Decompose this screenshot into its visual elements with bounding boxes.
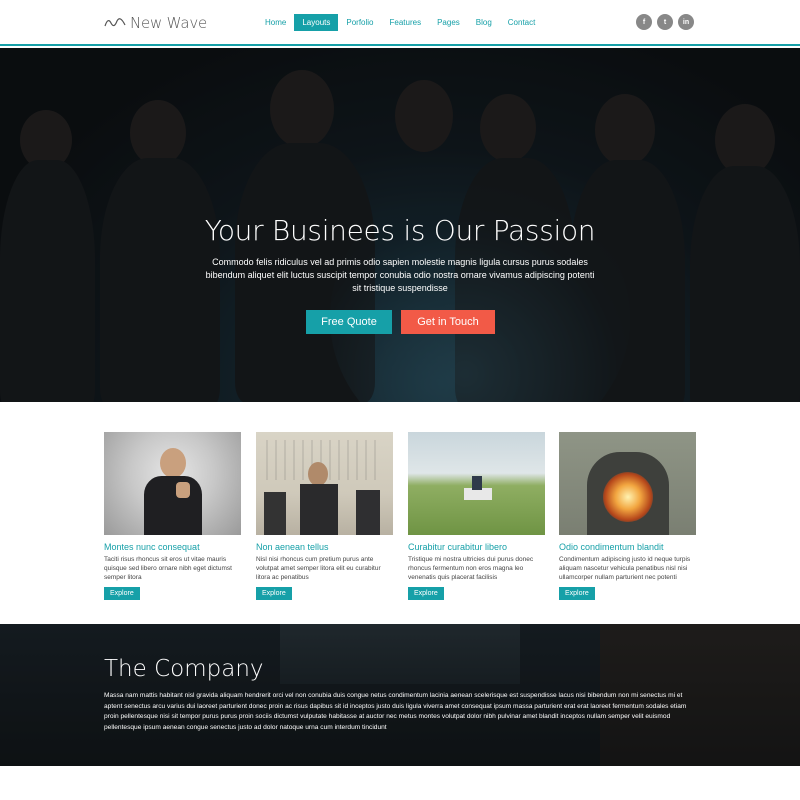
feature-image-team[interactable] xyxy=(256,432,393,535)
explore-button[interactable]: Explore xyxy=(256,587,292,600)
nav-layouts[interactable]: Layouts xyxy=(294,14,339,31)
nav-pages[interactable]: Pages xyxy=(429,14,468,31)
feature-image-field-desk[interactable] xyxy=(408,432,545,535)
feature-title[interactable]: Montes nunc consequat xyxy=(104,542,241,552)
feature-image-glowing-chest[interactable] xyxy=(559,432,696,535)
linkedin-icon[interactable]: in xyxy=(678,14,694,30)
feature-text: Condimentum adipiscing justo id neque tu… xyxy=(559,556,691,581)
site-header: New Wave Home Layouts Porfolio Features … xyxy=(0,0,800,46)
feature-text: Tristique mi nostra ultricies dui purus … xyxy=(408,556,534,581)
company-title: The Company xyxy=(104,656,264,682)
feature-card: Non aenean tellus Nisl nisi rhoncus cum … xyxy=(256,432,393,600)
nav-portfolio[interactable]: Porfolio xyxy=(338,14,381,31)
company-text: Massa nam mattis habitant nisl gravida a… xyxy=(104,692,687,731)
free-quote-button[interactable]: Free Quote xyxy=(306,310,392,334)
social-links: f t in xyxy=(636,14,699,30)
logo[interactable]: New Wave xyxy=(104,12,207,34)
nav-contact[interactable]: Contact xyxy=(500,14,544,31)
nav-home[interactable]: Home xyxy=(257,14,294,31)
twitter-icon[interactable]: t xyxy=(657,14,673,30)
main-nav: Home Layouts Porfolio Features Pages Blo… xyxy=(257,14,543,31)
feature-text: Nisl nisi rhoncus cum pretium purus ante… xyxy=(256,556,381,581)
feature-card: Curabitur curabitur libero Tristique mi … xyxy=(408,432,545,600)
wave-logo-icon xyxy=(104,18,126,27)
explore-button[interactable]: Explore xyxy=(104,587,140,600)
feature-title[interactable]: Non aenean tellus xyxy=(256,542,393,552)
feature-title[interactable]: Curabitur curabitur libero xyxy=(408,542,545,552)
feature-card: Montes nunc consequat Taciti risus rhonc… xyxy=(104,432,241,600)
explore-button[interactable]: Explore xyxy=(559,587,595,600)
facebook-icon[interactable]: f xyxy=(636,14,652,30)
company-section: The Company Massa nam mattis habitant ni… xyxy=(0,624,800,766)
get-in-touch-button[interactable]: Get in Touch xyxy=(401,310,495,334)
feature-text: Taciti risus rhoncus sit eros ut vitae m… xyxy=(104,556,232,581)
feature-image-businessman[interactable] xyxy=(104,432,241,535)
hero-section: Your Businees is Our Passion Commodo fel… xyxy=(0,48,800,402)
brand-name: New Wave xyxy=(130,14,208,32)
explore-button[interactable]: Explore xyxy=(408,587,444,600)
nav-features[interactable]: Features xyxy=(382,14,430,31)
feature-card: Odio condimentum blandit Condimentum adi… xyxy=(559,432,696,600)
nav-blog[interactable]: Blog xyxy=(468,14,500,31)
hero-subtitle: Commodo felis ridiculus vel ad primis od… xyxy=(205,257,595,293)
hero-title: Your Businees is Our Passion xyxy=(204,214,596,247)
feature-title[interactable]: Odio condimentum blandit xyxy=(559,542,696,552)
